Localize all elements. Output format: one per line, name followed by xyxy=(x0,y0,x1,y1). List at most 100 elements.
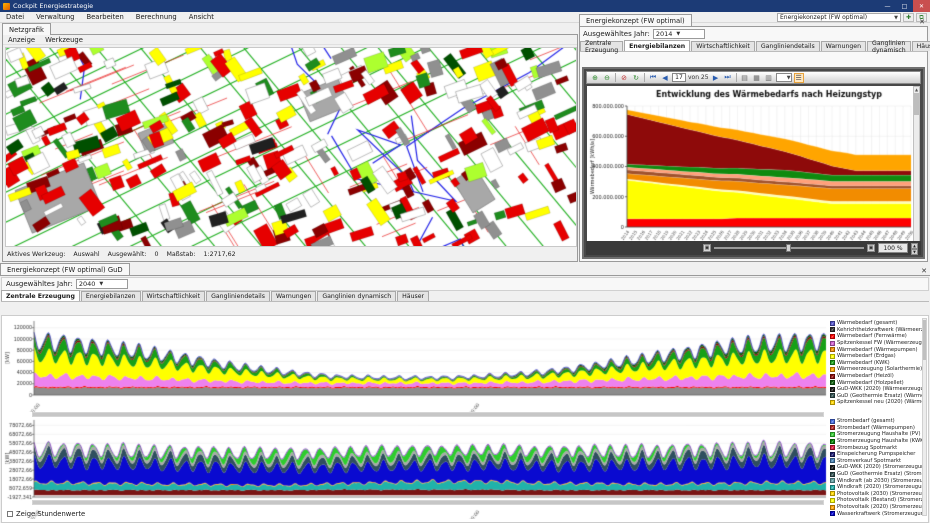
subtab-energiebilanzen[interactable]: Energiebilanzen xyxy=(624,40,690,51)
legend-checkbox[interactable]: ✓ xyxy=(830,393,835,398)
show-hours-checkbox[interactable] xyxy=(7,511,13,517)
legend-item[interactable]: ✓Stromerzeugung Haushalte (PV) xyxy=(830,431,925,438)
legend-checkbox[interactable]: ✓ xyxy=(830,419,835,424)
subtab-warnungen[interactable]: Warnungen xyxy=(821,41,866,51)
detail-subtab-gangliniendetails[interactable]: Gangliniendetails xyxy=(206,291,270,301)
legend-checkbox[interactable]: ✓ xyxy=(830,478,835,483)
menu-datei[interactable]: Datei xyxy=(0,12,30,22)
legend-checkbox[interactable]: ✓ xyxy=(830,458,835,463)
legend-item[interactable]: ✓GuD (Geothermie Ersatz) (Stromerzeugung… xyxy=(830,471,925,478)
tab-netzgrafik[interactable]: Netzgrafik xyxy=(2,23,51,35)
legend-item[interactable]: ✓Einspeicherung Pumpspeicher xyxy=(830,451,925,458)
legend-checkbox[interactable]: ✓ xyxy=(830,380,835,385)
legend-checkbox[interactable]: ✓ xyxy=(830,354,835,359)
legend-checkbox[interactable]: ✓ xyxy=(830,485,835,490)
city-map-canvas[interactable] xyxy=(5,47,577,247)
zoom-spinner[interactable]: ▲▼ xyxy=(911,243,918,253)
page-number-field[interactable]: 17 xyxy=(672,73,686,82)
legend-item[interactable]: ✓Wärmebedarf (Heizöl) xyxy=(830,373,925,380)
legend-item[interactable]: ✓Stromerzeugung Haushalte (KWK) xyxy=(830,438,925,445)
detail-subtab-warnungen[interactable]: Warnungen xyxy=(271,291,316,301)
zoom-level-field[interactable]: 100 % xyxy=(878,243,908,253)
legend-item[interactable]: ✓GuD-WKK (2020) (Stromerzeugung) xyxy=(830,464,925,471)
legend-checkbox[interactable]: ✓ xyxy=(830,445,835,450)
subtab-ganglinien-dynamisch[interactable]: Ganglinien dynamisch xyxy=(867,41,911,51)
legend-item[interactable]: ✓Photovoltaik (Bestand) (Stromerzeugung) xyxy=(830,497,925,504)
zoom-slider-track[interactable] xyxy=(714,247,864,249)
legend-checkbox[interactable]: ✓ xyxy=(830,341,835,346)
legend-checkbox[interactable]: ✓ xyxy=(830,505,835,510)
legend-item[interactable]: ✓GuD (Geothermie Ersatz) (Wärmeerzeugung… xyxy=(830,393,925,400)
chart-vertical-scrollbar[interactable]: ▲ xyxy=(913,86,920,251)
legend-item[interactable]: ✓Wärmeerzeugung (Solarthermie) xyxy=(830,366,925,373)
chart-type-combobox[interactable]: ▼ xyxy=(776,73,792,82)
detail-subtab-h-user[interactable]: Häuser xyxy=(397,291,429,301)
detail-subtab-wirtschaftlichkeit[interactable]: Wirtschaftlichkeit xyxy=(142,291,206,301)
detail-subtab-energiebilanzen[interactable]: Energiebilanzen xyxy=(81,291,141,301)
legend-checkbox[interactable]: ✓ xyxy=(830,432,835,437)
legend-checkbox[interactable]: ✓ xyxy=(830,347,835,352)
close-icon[interactable]: ✕ xyxy=(918,267,930,275)
legend-checkbox[interactable]: ✓ xyxy=(830,334,835,339)
legend-checkbox[interactable]: ✓ xyxy=(830,400,835,405)
legend-checkbox[interactable]: ✓ xyxy=(830,321,835,326)
map-menu-anzeige[interactable]: Anzeige xyxy=(3,36,40,44)
legend-item[interactable]: ✓Stromverkauf Spotmarkt xyxy=(830,458,925,465)
legend-item[interactable]: ✓Wärmebedarf (gesamt) xyxy=(830,320,925,327)
detail-subtab-ganglinien-dynamisch[interactable]: Ganglinien dynamisch xyxy=(317,291,396,301)
legend-item[interactable]: ✓Spitzenkessel neu (2020) (Wärmeerzeugun… xyxy=(830,399,925,406)
last-page-icon[interactable]: ⏭ xyxy=(723,73,733,83)
legend-item[interactable]: ✓Photovoltaik (2020) (Stromerzeugung) xyxy=(830,504,925,511)
legend-item[interactable]: ✓GuD-WKK (2020) (Wärmeerzeugung) xyxy=(830,386,925,393)
first-page-icon[interactable]: ⏮ xyxy=(648,73,658,83)
minimize-button[interactable]: — xyxy=(879,0,896,12)
year-combobox[interactable]: 2014 ▼ xyxy=(653,29,705,39)
zoom-out-icon[interactable]: ⊖ xyxy=(602,73,612,83)
legend-item[interactable]: ✓Wärmebedarf (KWK) xyxy=(830,360,925,367)
legend-item[interactable]: ✓Wärmebedarf (Wärmepumpen) xyxy=(830,346,925,353)
subtab-wirtschaftlichkeit[interactable]: Wirtschaftlichkeit xyxy=(691,41,755,51)
legend-checkbox[interactable]: ✓ xyxy=(830,465,835,470)
legend-checkbox[interactable]: ✓ xyxy=(830,425,835,430)
electricity-chart-scrollbar[interactable] xyxy=(32,500,824,505)
menu-bearbeiten[interactable]: Bearbeiten xyxy=(80,12,129,22)
legend-checkbox[interactable]: ✓ xyxy=(830,491,835,496)
map-menu-werkzeuge[interactable]: Werkzeuge xyxy=(40,36,88,44)
prev-page-icon[interactable]: ◀ xyxy=(660,73,670,83)
menu-berechnung[interactable]: Berechnung xyxy=(130,12,183,22)
close-button[interactable]: ✕ xyxy=(913,0,930,12)
legend-item[interactable]: ✓Strombedarf (gesamt) xyxy=(830,418,925,425)
legend-item[interactable]: ✓Windkraft (ab 2030) (Stromerzeugung) xyxy=(830,477,925,484)
zoom-slider-handle[interactable] xyxy=(786,244,791,252)
tab-concept[interactable]: Energiekonzept (FW optimal) xyxy=(579,14,692,26)
legend-item[interactable]: ✓Spitzenkessel FW (Wärmeerzeugung) xyxy=(830,340,925,347)
legend-checkbox[interactable]: ✓ xyxy=(830,387,835,392)
legend-checkbox[interactable]: ✓ xyxy=(830,472,835,477)
zoom-slider-min-button[interactable]: ▣ xyxy=(703,244,711,252)
legend-checkbox[interactable]: ✓ xyxy=(830,498,835,503)
legend-checkbox[interactable]: ✓ xyxy=(830,374,835,379)
legend-item[interactable]: ✓Windkraft (2020) (Stromerzeugung) xyxy=(830,484,925,491)
legend-toggle-icon[interactable]: ☰ xyxy=(794,73,804,83)
export-icon[interactable]: ▥ xyxy=(764,73,774,83)
legend-item[interactable]: ✓Wasserkraftwerk (Stromerzeugung) xyxy=(830,510,925,516)
maximize-button[interactable]: □ xyxy=(896,0,913,12)
legend-checkbox[interactable]: ✓ xyxy=(830,327,835,332)
legend-item[interactable]: ✓Photovoltaik (2030) (Stromerzeugung) xyxy=(830,491,925,498)
print-icon[interactable]: ▤ xyxy=(740,73,750,83)
refresh-icon[interactable]: ↻ xyxy=(631,73,641,83)
zoom-reset-icon[interactable]: ⊘ xyxy=(619,73,629,83)
close-icon[interactable]: ✕ xyxy=(916,18,928,26)
detail-year-combobox[interactable]: 2040 ▼ xyxy=(76,279,128,289)
subtab-gangliniendetails[interactable]: Gangliniendetails xyxy=(756,41,820,51)
legend-checkbox[interactable]: ✓ xyxy=(830,452,835,457)
legend-item[interactable]: ✓Wärmebedarf (Holzpellet) xyxy=(830,379,925,386)
detail-subtab-zentrale-erzeugung[interactable]: Zentrale Erzeugung xyxy=(1,290,80,301)
legend-checkbox[interactable]: ✓ xyxy=(830,360,835,365)
legend-checkbox[interactable]: ✓ xyxy=(830,367,835,372)
legend-item[interactable]: ✓Wärmebedarf (Fernwärme) xyxy=(830,333,925,340)
legend-item[interactable]: ✓Wärmebedarf (Erdgas) xyxy=(830,353,925,360)
legend-checkbox[interactable]: ✓ xyxy=(830,511,835,516)
menu-ansicht[interactable]: Ansicht xyxy=(183,12,220,22)
tab-detail-concept[interactable]: Energiekonzept (FW optimal) GuD xyxy=(0,263,130,275)
